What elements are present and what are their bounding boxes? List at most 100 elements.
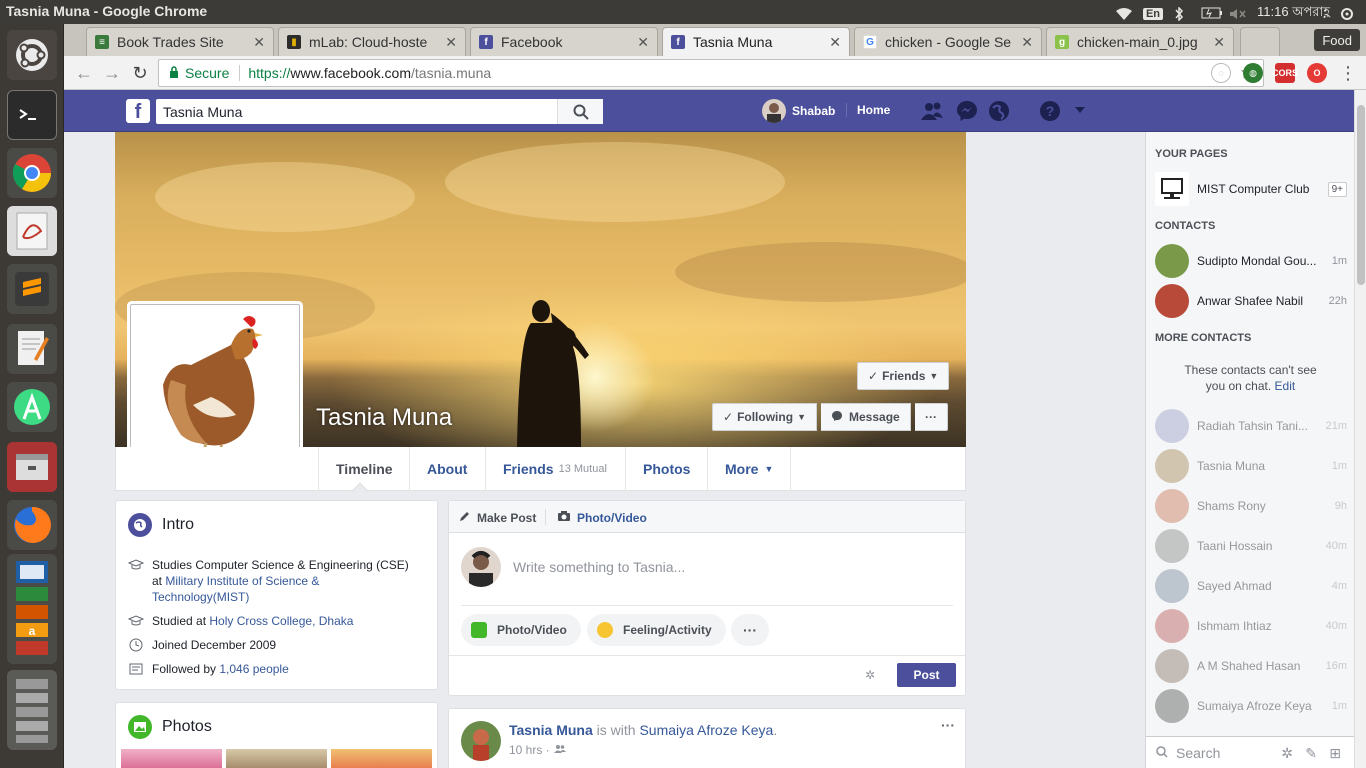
photo-video-tab[interactable]: Photo/Video	[557, 510, 647, 525]
clock[interactable]: 11:16 অপরাহ্ণ	[1257, 3, 1330, 24]
android-studio-icon[interactable]	[7, 382, 57, 432]
tab-friends[interactable]: Friends 13 Mutual	[485, 447, 624, 491]
school-link[interactable]: Military Institute of Science &	[165, 574, 319, 588]
search-button[interactable]	[557, 99, 603, 124]
close-icon[interactable]: ✕	[637, 34, 649, 51]
post-button[interactable]: Post	[897, 663, 956, 687]
bluetooth-icon[interactable]	[1173, 5, 1191, 22]
page-item[interactable]: MIST Computer Club 9+	[1155, 171, 1347, 207]
archive-manager-icon[interactable]	[7, 442, 57, 492]
forward-arrow-icon[interactable]: →	[102, 63, 122, 83]
post-menu-button[interactable]: ···	[941, 717, 955, 733]
more-options-button[interactable]: ···	[915, 403, 948, 431]
post-author-link[interactable]: Tasnia Muna	[509, 722, 593, 738]
feeling-activity-chip[interactable]: Feeling/Activity	[587, 614, 726, 646]
sublime-text-icon[interactable]	[7, 264, 57, 314]
more-chip[interactable]: ···	[731, 614, 769, 646]
scrollbar-thumb[interactable]	[1357, 105, 1365, 285]
contact-item[interactable]: Tasnia Muna 1m	[1155, 448, 1347, 484]
tab-about[interactable]: About	[409, 447, 484, 491]
profile-button[interactable]: Food	[1314, 29, 1360, 51]
college-link[interactable]: Holy Cross College, Dhaka	[209, 614, 353, 628]
followers-link[interactable]: 1,046 people	[219, 662, 288, 676]
edit-chat-settings-link[interactable]: Edit	[1275, 379, 1296, 393]
contact-item[interactable]: Sayed Ahmad 4m	[1155, 568, 1347, 604]
make-post-tab[interactable]: Make Post	[459, 510, 536, 525]
tab-chicken-search[interactable]: G chicken - Google Se ✕	[854, 27, 1042, 56]
following-button[interactable]: ✓ Following ▼	[712, 403, 817, 431]
close-icon[interactable]: ✕	[829, 34, 841, 51]
tab-tasnia-muna[interactable]: f Tasnia Muna ✕	[662, 27, 850, 56]
contact-item[interactable]: Anwar Shafee Nabil 22h	[1155, 283, 1347, 319]
secure-label[interactable]: Secure	[185, 65, 241, 81]
avatar[interactable]	[461, 721, 501, 761]
photo-thumbnail[interactable]	[121, 749, 222, 768]
tab-more[interactable]: More ▼	[707, 447, 792, 491]
notifications-globe-icon[interactable]	[988, 100, 1010, 122]
menu-kebab-icon[interactable]: ⋮	[1338, 63, 1358, 83]
ubuntu-dash-icon[interactable]	[7, 30, 57, 80]
power-gear-icon[interactable]	[1340, 7, 1358, 21]
tab-mlab[interactable]: ▮ mLab: Cloud-hoste ✕	[278, 27, 466, 56]
settings-gear-icon[interactable]: ✲	[1281, 745, 1293, 762]
contact-item[interactable]: Ishmam Ihtiaz 40m	[1155, 608, 1347, 644]
home-link[interactable]: Home	[846, 103, 890, 117]
tab-chicken-image[interactable]: g chicken-main_0.jpg ✕	[1046, 27, 1234, 56]
contact-item[interactable]: Radiah Tahsin Tani... 21m	[1155, 408, 1347, 444]
reload-icon[interactable]: ↻	[130, 63, 150, 83]
tab-timeline[interactable]: Timeline	[318, 447, 410, 491]
search-input[interactable]	[156, 99, 603, 124]
keyboard-layout-indicator[interactable]: En	[1142, 7, 1164, 20]
close-icon[interactable]: ✕	[445, 34, 457, 51]
friends-audience-icon[interactable]	[553, 743, 566, 757]
terminal-icon[interactable]	[7, 90, 57, 140]
chat-search-input[interactable]: Search	[1176, 745, 1220, 761]
photo-thumbnail[interactable]	[226, 749, 327, 768]
profile-name[interactable]: Tasnia Muna	[316, 404, 452, 432]
friend-requests-icon[interactable]	[920, 100, 943, 122]
photo-thumbnail[interactable]	[331, 749, 432, 768]
text-editor-icon[interactable]	[7, 324, 57, 374]
contact-item[interactable]: Sudipto Mondal Gou... 1m	[1155, 243, 1347, 279]
post-text-input[interactable]: Write something to Tasnia...	[513, 559, 685, 575]
contact-item[interactable]: Taani Hossain 40m	[1155, 528, 1347, 564]
close-icon[interactable]: ✕	[1213, 34, 1225, 51]
tab-facebook[interactable]: f Facebook ✕	[470, 27, 658, 56]
message-button[interactable]: Message	[821, 403, 911, 431]
account-dropdown-icon[interactable]	[1074, 104, 1096, 126]
contact-item[interactable]: A M Shahed Hasan 16m	[1155, 648, 1347, 684]
volume-muted-icon[interactable]	[1229, 7, 1247, 21]
school-link-continued[interactable]: Technology(MIST)	[152, 590, 249, 604]
extension-icon[interactable]: ◌	[1211, 63, 1231, 83]
user-profile-link[interactable]: Shabab	[762, 99, 835, 123]
tagged-friend-link[interactable]: Sumaiya Afroze Keya	[639, 722, 773, 738]
new-message-icon[interactable]: ✎	[1305, 745, 1317, 762]
cors-extension-icon[interactable]: CORS	[1272, 63, 1298, 83]
post-timestamp[interactable]: 10 hrs ·	[509, 743, 550, 757]
battery-icon[interactable]	[1201, 7, 1223, 21]
globe-extension-icon[interactable]: ◍	[1243, 63, 1263, 83]
wifi-icon[interactable]	[1115, 7, 1133, 21]
friends-button[interactable]: ✓ Friends ▼	[857, 362, 950, 390]
help-icon[interactable]: ?	[1039, 100, 1061, 122]
stacked-apps-icon[interactable]: a	[7, 554, 57, 664]
address-bar[interactable]: Secure https://www.facebook.com/tasnia.m…	[158, 59, 1264, 87]
chat-search-bar[interactable]: Search ✲ ✎ ⊞	[1146, 736, 1355, 768]
close-icon[interactable]: ✕	[1021, 34, 1033, 51]
tab-book-trades[interactable]: ≡ Book Trades Site ✕	[86, 27, 274, 56]
contact-item[interactable]: Sumaiya Afroze Keya 1m	[1155, 688, 1347, 724]
contact-item[interactable]: Shams Rony 9h	[1155, 488, 1347, 524]
back-arrow-icon[interactable]: ←	[74, 63, 94, 83]
close-icon[interactable]: ✕	[253, 34, 265, 51]
opera-extension-icon[interactable]: O	[1307, 63, 1327, 83]
workspace-switcher-icon[interactable]	[7, 670, 57, 750]
tab-photos[interactable]: Photos	[625, 447, 707, 491]
settings-gear-icon[interactable]: ✲	[865, 668, 875, 682]
pdf-reader-icon[interactable]	[7, 206, 57, 256]
chrome-icon[interactable]	[7, 148, 57, 198]
new-tab-button[interactable]	[1240, 27, 1280, 56]
new-group-icon[interactable]: ⊞	[1329, 745, 1341, 762]
facebook-logo-icon[interactable]: f	[126, 99, 150, 123]
firefox-icon[interactable]	[7, 500, 57, 550]
messenger-icon[interactable]	[956, 100, 978, 122]
